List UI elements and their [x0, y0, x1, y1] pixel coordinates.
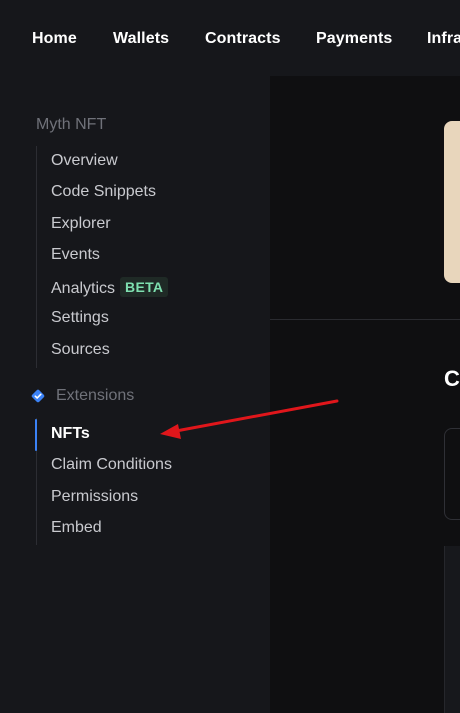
- sidebar-item-label: Analytics: [51, 280, 116, 297]
- contract-name: Myth NFT: [36, 116, 107, 133]
- sidebar-item-nfts[interactable]: NFTs: [51, 425, 90, 443]
- active-indicator: [35, 419, 37, 451]
- sidebar-item-settings[interactable]: Settings: [51, 309, 109, 327]
- nav-infra[interactable]: Infra: [427, 30, 460, 48]
- sidebar-item-claim-conditions[interactable]: Claim Conditions: [51, 456, 172, 474]
- app-page: Home Wallets Contracts Payments Infra C …: [0, 0, 460, 713]
- content-divider: [270, 319, 460, 320]
- nav-wallets[interactable]: Wallets: [113, 30, 169, 48]
- content-table-panel: [444, 546, 460, 713]
- sidebar-item-code-snippets[interactable]: Code Snippets: [51, 183, 156, 201]
- extension-check-icon: [31, 389, 45, 403]
- content-card: [444, 428, 460, 520]
- sidebar-item-embed[interactable]: Embed: [51, 519, 102, 537]
- sidebar-item-events[interactable]: Events: [51, 246, 100, 264]
- nav-contracts[interactable]: Contracts: [205, 30, 281, 48]
- tree-line: [36, 146, 37, 368]
- notice-card: [444, 121, 460, 283]
- nav-home[interactable]: Home: [32, 30, 77, 48]
- sidebar-item-overview[interactable]: Overview: [51, 152, 118, 170]
- beta-badge: BETA: [120, 277, 169, 297]
- section-heading: C: [444, 366, 460, 391]
- contract-sidebar: Myth NFT Overview Code Snippets Explorer…: [0, 76, 270, 713]
- nav-payments[interactable]: Payments: [316, 30, 392, 48]
- top-nav: Home Wallets Contracts Payments Infra: [0, 0, 460, 76]
- sidebar-item-explorer[interactable]: Explorer: [51, 215, 111, 233]
- extensions-title: Extensions: [56, 387, 135, 404]
- sidebar-item-sources[interactable]: Sources: [51, 341, 110, 359]
- main-content: [270, 76, 460, 713]
- sidebar-item-permissions[interactable]: Permissions: [51, 488, 138, 506]
- sidebar-item-analytics[interactable]: Analytics BETA: [51, 277, 169, 298]
